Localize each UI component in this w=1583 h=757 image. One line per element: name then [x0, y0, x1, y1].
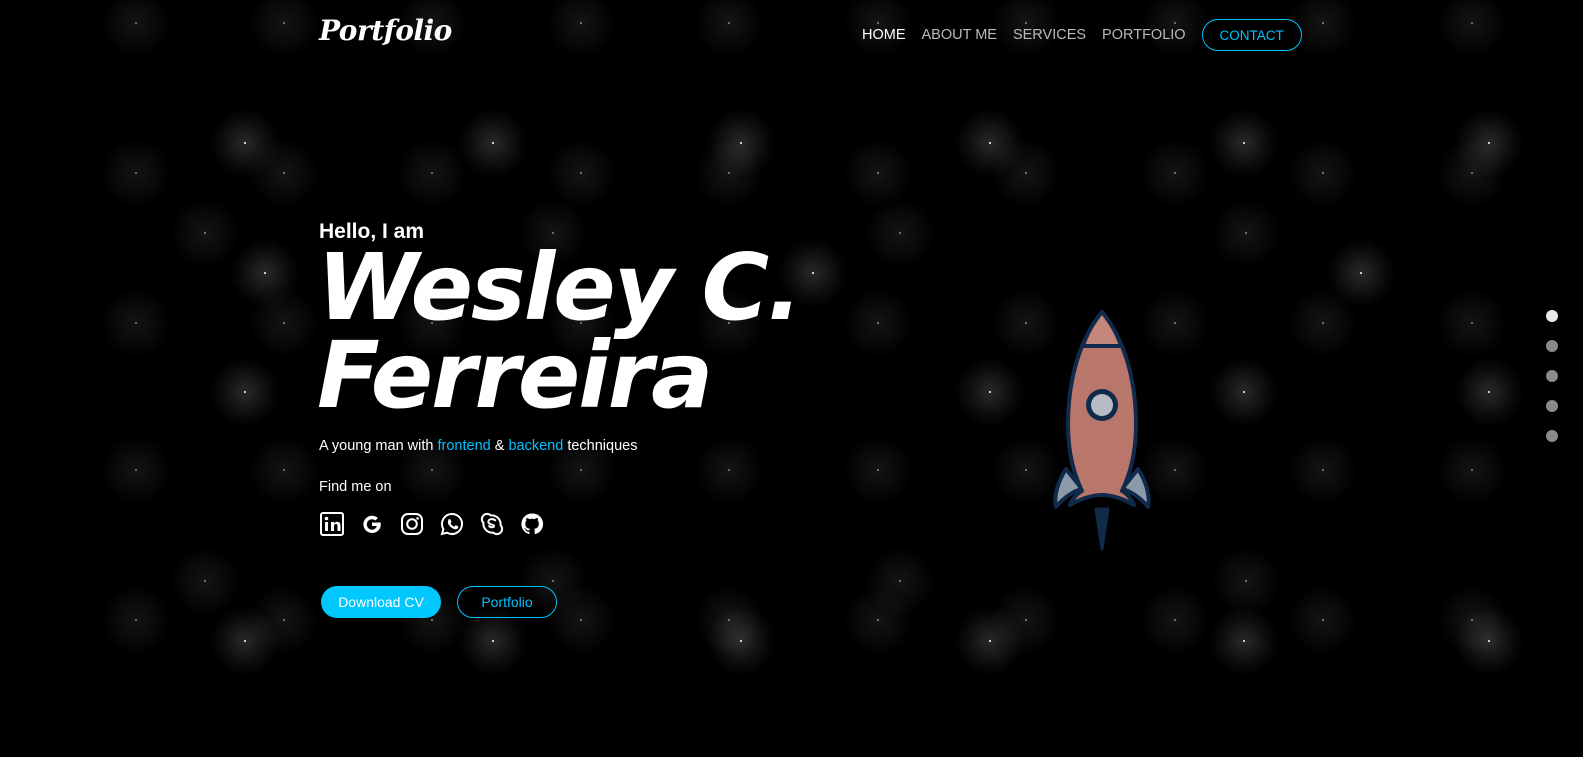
nav-about-me[interactable]: ABOUT ME	[922, 27, 997, 43]
skype-icon[interactable]	[479, 511, 505, 537]
tagline-prefix: A young man with	[319, 438, 434, 454]
tagline: A young man with frontend & backend tech…	[319, 438, 637, 454]
rocket-illustration	[1052, 309, 1152, 555]
whatsapp-icon[interactable]	[439, 511, 465, 537]
find-me-label: Find me on	[319, 479, 392, 495]
tagline-suffix: techniques	[567, 438, 638, 454]
section-dot[interactable]	[1546, 370, 1558, 382]
section-dot[interactable]	[1546, 310, 1558, 322]
instagram-icon[interactable]	[399, 511, 425, 537]
linkedin-icon[interactable]	[319, 511, 345, 537]
hero-name: Wesley C. Ferreira	[317, 242, 802, 422]
tagline-joiner: &	[494, 438, 505, 454]
github-icon[interactable]	[519, 511, 545, 537]
logo[interactable]: Portfolio	[319, 14, 452, 47]
main-nav: HOME ABOUT ME SERVICES PORTFOLIO CONTACT	[862, 19, 1302, 51]
cta-buttons: Download CV Portfolio	[321, 586, 557, 618]
download-cv-button[interactable]: Download CV	[321, 586, 441, 618]
contact-button[interactable]: CONTACT	[1201, 19, 1302, 51]
google-icon[interactable]	[359, 511, 385, 537]
nav-services[interactable]: SERVICES	[1013, 27, 1086, 43]
tagline-frontend: frontend	[437, 438, 491, 454]
nav-home[interactable]: HOME	[862, 27, 906, 43]
section-dot[interactable]	[1546, 430, 1558, 442]
nav-portfolio[interactable]: PORTFOLIO	[1102, 27, 1186, 43]
name-line-2: Ferreira	[317, 322, 713, 429]
tagline-backend: backend	[508, 438, 564, 454]
section-indicator	[1546, 310, 1558, 460]
social-links	[319, 511, 559, 537]
portfolio-button[interactable]: Portfolio	[457, 586, 557, 618]
section-dot[interactable]	[1546, 340, 1558, 352]
section-dot[interactable]	[1546, 400, 1558, 412]
site-header: Portfolio HOME ABOUT ME SERVICES PORTFOL…	[0, 0, 1583, 70]
